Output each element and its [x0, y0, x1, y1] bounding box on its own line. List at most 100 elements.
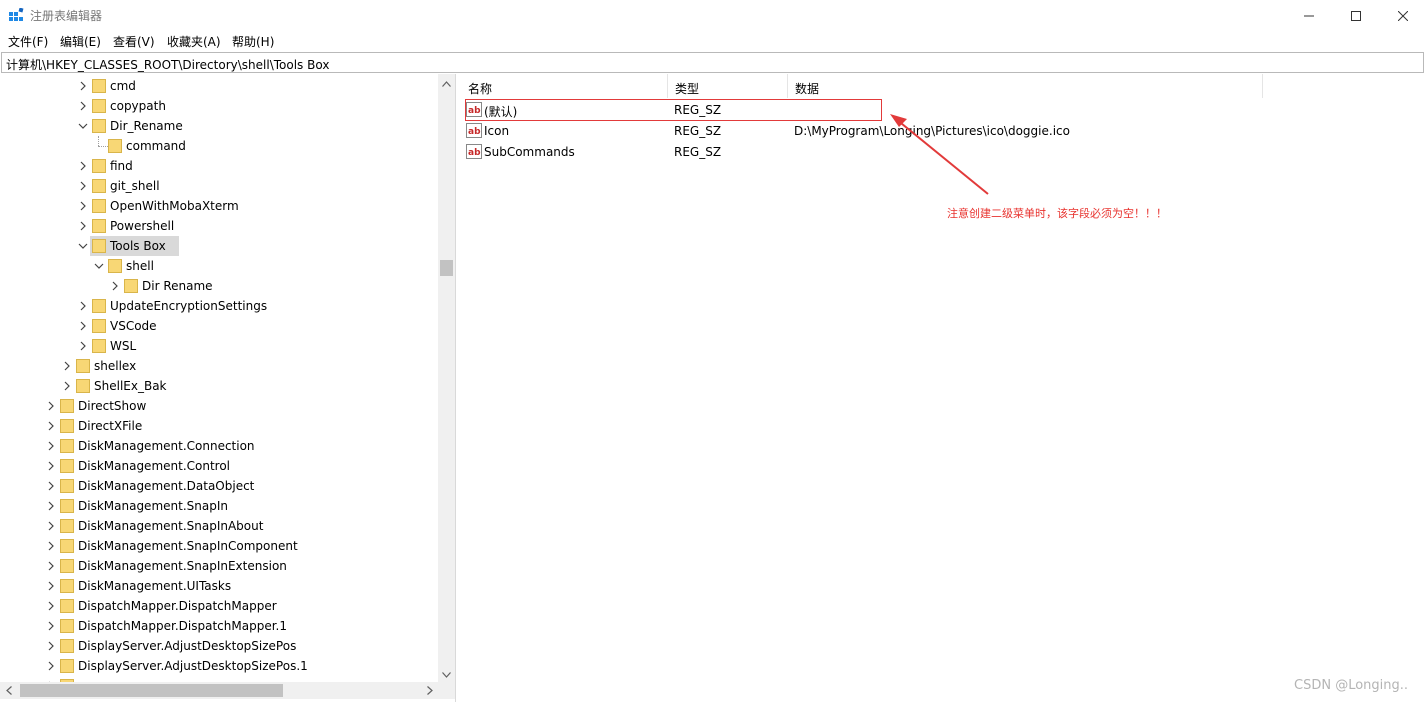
- maximize-button[interactable]: [1333, 0, 1379, 31]
- chevron-right-icon[interactable]: [46, 561, 56, 571]
- tree-item[interactable]: DirectShow: [0, 396, 440, 416]
- chevron-down-icon[interactable]: [94, 261, 104, 271]
- regedit-icon: [9, 7, 24, 23]
- tree-item-label: OpenWithMobaXterm: [110, 199, 239, 213]
- tree-item[interactable]: OpenWithMobaXterm: [0, 196, 440, 216]
- tree-item[interactable]: DirectXFile: [0, 416, 440, 436]
- tree-item[interactable]: VSCode: [0, 316, 440, 336]
- folder-icon: [92, 79, 106, 93]
- tree-item[interactable]: DiskManagement.Connection: [0, 436, 440, 456]
- menu-favorites[interactable]: 收藏夹(A): [167, 33, 221, 50]
- chevron-right-icon[interactable]: [46, 401, 56, 411]
- folder-icon: [60, 519, 74, 533]
- tree-item[interactable]: DiskManagement.SnapInAbout: [0, 516, 440, 536]
- chevron-right-icon[interactable]: [46, 541, 56, 551]
- folder-icon: [60, 659, 74, 673]
- chevron-right-icon[interactable]: [110, 281, 120, 291]
- chevron-right-icon[interactable]: [46, 481, 56, 491]
- tree-item[interactable]: WSL: [0, 336, 440, 356]
- tree-item[interactable]: DiskManagement.UITasks: [0, 576, 440, 596]
- chevron-right-icon[interactable]: [46, 661, 56, 671]
- chevron-right-icon[interactable]: [78, 301, 88, 311]
- tree-item[interactable]: shellex: [0, 356, 440, 376]
- chevron-down-icon[interactable]: [78, 241, 88, 251]
- tree-item[interactable]: Dir Rename: [0, 276, 440, 296]
- folder-icon: [92, 299, 106, 313]
- value-row[interactable]: ab SubCommands REG_SZ: [461, 141, 1281, 162]
- close-button[interactable]: [1380, 0, 1426, 31]
- tree-item[interactable]: cmd: [0, 76, 440, 96]
- tree-item[interactable]: find: [0, 156, 440, 176]
- svg-text:ab: ab: [468, 148, 481, 158]
- tree-item[interactable]: DisplayServer.AdjustDesktopSizePos: [0, 636, 440, 656]
- chevron-right-icon[interactable]: [46, 501, 56, 511]
- tree-item[interactable]: Powershell: [0, 216, 440, 236]
- chevron-right-icon[interactable]: [62, 361, 72, 371]
- tree-connector-line: [98, 136, 99, 146]
- folder-icon: [60, 459, 74, 473]
- chevron-right-icon[interactable]: [46, 641, 56, 651]
- tree-item[interactable]: ShellEx_Bak: [0, 376, 440, 396]
- chevron-right-icon[interactable]: [78, 161, 88, 171]
- chevron-right-icon[interactable]: [46, 421, 56, 431]
- tree-item[interactable]: DiskManagement.SnapInExtension: [0, 556, 440, 576]
- address-bar[interactable]: 计算机\HKEY_CLASSES_ROOT\Directory\shell\To…: [1, 52, 1424, 73]
- chevron-right-icon[interactable]: [46, 601, 56, 611]
- chevron-right-icon[interactable]: [78, 81, 88, 91]
- chevron-right-icon[interactable]: [78, 201, 88, 211]
- chevron-right-icon[interactable]: [78, 101, 88, 111]
- folder-icon: [60, 439, 74, 453]
- scroll-left-button[interactable]: [0, 682, 17, 699]
- tree-item[interactable]: DiskManagement.SnapInComponent: [0, 536, 440, 556]
- menu-view[interactable]: 查看(V): [113, 33, 155, 50]
- tree-item[interactable]: DispatchMapper.DispatchMapper.1: [0, 616, 440, 636]
- chevron-right-icon[interactable]: [46, 621, 56, 631]
- tree-item[interactable]: DiskManagement.DataObject: [0, 476, 440, 496]
- chevron-right-icon[interactable]: [78, 341, 88, 351]
- address-path[interactable]: 计算机\HKEY_CLASSES_ROOT\Directory\shell\To…: [6, 56, 329, 73]
- tree-item[interactable]: DiskManagement.Control: [0, 456, 440, 476]
- tree-item-label: DiskManagement.Control: [78, 459, 231, 473]
- column-header-type[interactable]: 类型: [668, 74, 788, 98]
- tree-item[interactable]: shell: [0, 256, 440, 276]
- menu-file[interactable]: 文件(F): [8, 33, 48, 50]
- chevron-right-icon[interactable]: [46, 521, 56, 531]
- chevron-right-icon[interactable]: [46, 581, 56, 591]
- chevron-right-icon[interactable]: [46, 461, 56, 471]
- chevron-down-icon[interactable]: [78, 121, 88, 131]
- minimize-button[interactable]: [1286, 0, 1332, 31]
- tree-item[interactable]: DispatchMapper.DispatchMapper: [0, 596, 440, 616]
- chevron-right-icon[interactable]: [78, 181, 88, 191]
- column-header-name[interactable]: 名称: [461, 74, 668, 98]
- tree-item[interactable]: DiskManagement.SnapIn: [0, 496, 440, 516]
- folder-icon: [60, 599, 74, 613]
- key-tree: cmd copypath Dir_Rename command find git_shel…: [0, 74, 456, 702]
- tree-item-label: DiskManagement.SnapIn: [78, 499, 228, 513]
- menu-edit[interactable]: 编辑(E): [60, 33, 101, 50]
- chevron-right-icon[interactable]: [46, 441, 56, 451]
- scroll-right-button[interactable]: [421, 682, 438, 699]
- tree-item[interactable]: Tools Box: [0, 236, 440, 256]
- chevron-right-icon[interactable]: [78, 221, 88, 231]
- tree-item[interactable]: UpdateEncryptionSettings: [0, 296, 440, 316]
- tree-item-label: DiskManagement.SnapInExtension: [78, 559, 287, 573]
- svg-text:ab: ab: [468, 127, 481, 137]
- tree-item[interactable]: Dir_Rename: [0, 116, 440, 136]
- chevron-right-icon[interactable]: [62, 381, 72, 391]
- scroll-thumb[interactable]: [20, 684, 283, 697]
- scroll-up-button[interactable]: [438, 74, 455, 91]
- value-row[interactable]: ab Icon REG_SZ D:\MyProgram\Longing\Pict…: [461, 120, 1281, 141]
- chevron-right-icon[interactable]: [78, 321, 88, 331]
- scroll-down-button[interactable]: [438, 665, 455, 682]
- menu-help[interactable]: 帮助(H): [232, 33, 274, 50]
- tree-item-label: ShellEx_Bak: [94, 379, 167, 393]
- tree-horizontal-scrollbar[interactable]: [0, 682, 438, 699]
- tree-item[interactable]: command: [0, 136, 440, 156]
- tree-vertical-scrollbar[interactable]: [438, 74, 455, 682]
- column-header-data[interactable]: 数据: [788, 74, 1263, 98]
- tree-item[interactable]: copypath: [0, 96, 440, 116]
- folder-icon: [60, 499, 74, 513]
- scroll-thumb[interactable]: [440, 260, 453, 276]
- tree-item[interactable]: DisplayServer.AdjustDesktopSizePos.1: [0, 656, 440, 676]
- tree-item[interactable]: git_shell: [0, 176, 440, 196]
